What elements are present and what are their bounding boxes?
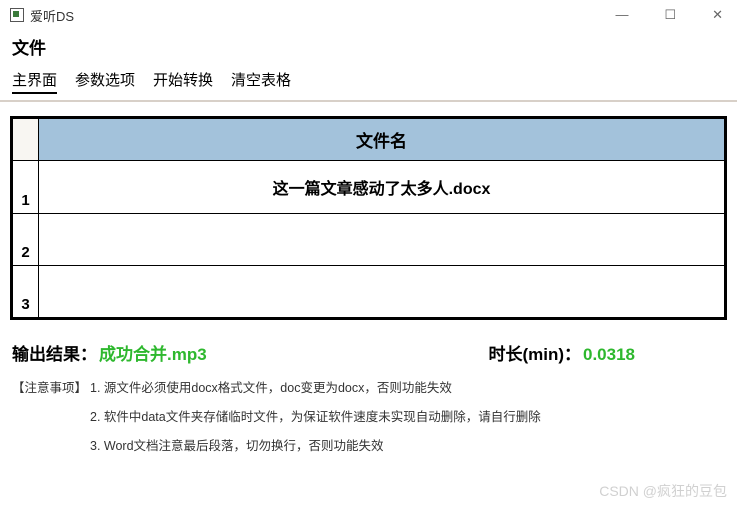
table-row[interactable]: 3 <box>13 266 725 318</box>
output-value: 成功合并.mp3 <box>99 340 207 365</box>
note-item: 1. 源文件必须使用docx格式文件，doc变更为docx，否则功能失效 <box>90 377 725 396</box>
section-title: 文件 <box>0 30 737 65</box>
notes-label: 【注意事项】 <box>12 377 90 396</box>
file-table-container: 文件名 1 这一篇文章感动了太多人.docx 2 3 <box>10 116 727 320</box>
menu-options[interactable]: 参数选项 <box>75 69 135 94</box>
menu-main[interactable]: 主界面 <box>12 69 57 94</box>
row-number: 3 <box>13 266 39 318</box>
filename-header: 文件名 <box>39 119 725 161</box>
duration-label: 时长(min)： <box>488 340 581 365</box>
row-number: 2 <box>13 214 39 266</box>
duration-value: 0.0318 <box>583 345 635 365</box>
titlebar: 爱听DS — ☐ ✕ <box>0 0 737 30</box>
filename-cell <box>39 266 725 318</box>
table-row[interactable]: 1 这一篇文章感动了太多人.docx <box>13 161 725 214</box>
output-row: 输出结果： 成功合并.mp3 时长(min)： 0.0318 <box>0 330 737 369</box>
notes-section: 【注意事项】 1. 源文件必须使用docx格式文件，doc变更为docx，否则功… <box>0 369 737 454</box>
window-controls: — ☐ ✕ <box>611 3 727 27</box>
menu-clear[interactable]: 清空表格 <box>231 69 291 94</box>
watermark: CSDN @疯狂的豆包 <box>599 481 727 501</box>
filename-cell: 这一篇文章感动了太多人.docx <box>39 161 725 214</box>
menu-convert[interactable]: 开始转换 <box>153 69 213 94</box>
app-icon <box>10 8 24 22</box>
file-table: 文件名 1 这一篇文章感动了太多人.docx 2 3 <box>12 118 725 318</box>
close-button[interactable]: ✕ <box>708 3 727 27</box>
rownum-header <box>13 119 39 161</box>
minimize-button[interactable]: — <box>611 3 632 27</box>
row-number: 1 <box>13 161 39 214</box>
output-label: 输出结果： <box>12 340 97 365</box>
menubar: 主界面 参数选项 开始转换 清空表格 <box>0 65 737 102</box>
note-item: 2. 软件中data文件夹存储临时文件，为保证软件速度未实现自动删除，请自行删除 <box>90 406 725 425</box>
table-row[interactable]: 2 <box>13 214 725 266</box>
note-item: 3. Word文档注意最后段落，切勿换行，否则功能失效 <box>90 435 725 454</box>
app-title: 爱听DS <box>30 6 74 25</box>
filename-cell <box>39 214 725 266</box>
maximize-button[interactable]: ☐ <box>660 3 680 27</box>
